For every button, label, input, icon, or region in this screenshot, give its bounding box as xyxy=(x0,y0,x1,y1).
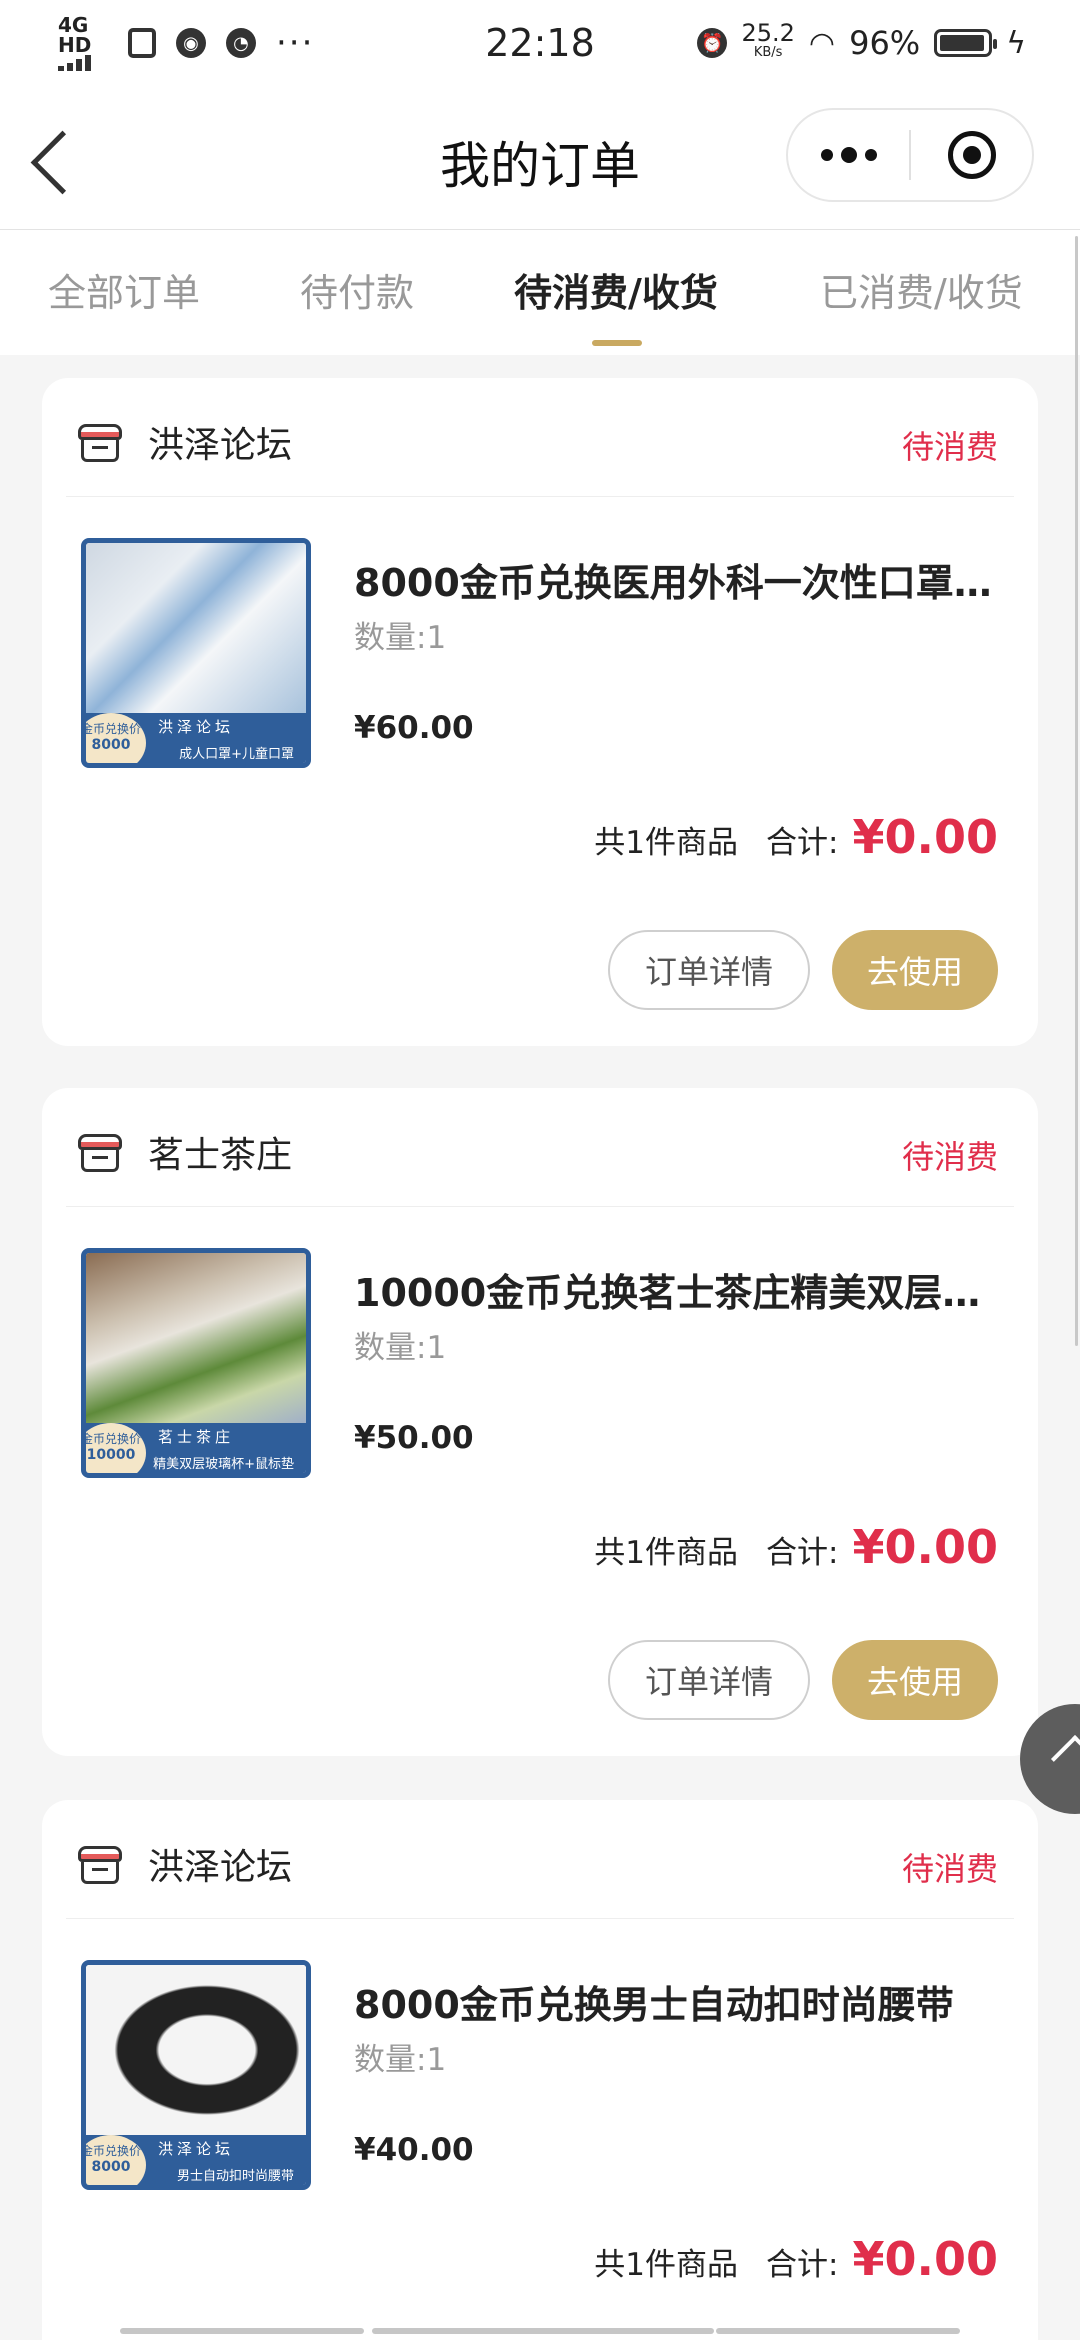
store-icon xyxy=(78,1842,122,1886)
product-price: ¥60.00 xyxy=(354,710,474,746)
shop-name: 洪泽论坛 xyxy=(148,425,293,466)
scroll-indicator xyxy=(372,2328,714,2334)
shop-header[interactable]: 茗士茶庄 xyxy=(78,1128,292,1176)
battery-percent: 96% xyxy=(849,24,921,62)
order-card: 洪泽论坛 待消费 洪泽论坛 成人口罩+儿童口罩 金币兑换价 8000 8000金币… xyxy=(42,378,1038,1046)
thumbnail-price-badge: 金币兑换价 8000 xyxy=(86,2135,146,2185)
product-quantity: 数量:1 xyxy=(354,620,447,656)
order-details-button[interactable]: 订单详情 xyxy=(608,930,810,1010)
more-options-icon[interactable] xyxy=(788,110,909,200)
store-icon xyxy=(78,1130,122,1174)
scroll-indicator xyxy=(120,2328,364,2334)
shop-header[interactable]: 洪泽论坛 xyxy=(78,1840,292,1888)
status-right-icons: ⏰ 25.2 KB/s ◠ 96% ϟ xyxy=(697,21,1026,63)
order-total: ¥0.00 xyxy=(852,810,998,864)
product-quantity: 数量:1 xyxy=(354,1330,447,1366)
battery-icon xyxy=(934,29,998,57)
order-card: 茗士茶庄 待消费 茗士茶庄 精美双层玻璃杯+鼠标垫 金币兑换价 10000 100… xyxy=(42,1088,1038,1756)
order-status: 待消费 xyxy=(901,1850,998,1888)
nav-bar: 我的订单 xyxy=(0,86,1080,230)
battery-fill xyxy=(940,35,985,51)
order-list-page: 4G HD ◉ ◔ ··· 22:18 ⏰ 25.2 KB/s ◠ 96% ϟ xyxy=(0,0,1080,2340)
network-indicator: 4G HD xyxy=(58,15,108,71)
wifi-icon: ◠ xyxy=(808,25,836,61)
status-left-icons: 4G HD ◉ ◔ ··· xyxy=(58,15,314,71)
total-label: 合计: xyxy=(766,1535,839,1571)
more-notifications-icon: ··· xyxy=(276,23,315,63)
speed-gauge-icon: ◔ xyxy=(226,28,256,58)
item-count: 共1件商品 xyxy=(594,825,739,861)
alarm-icon: ⏰ xyxy=(697,28,728,58)
shop-header[interactable]: 洪泽论坛 xyxy=(78,418,292,466)
use-now-button[interactable]: 去使用 xyxy=(832,930,998,1010)
close-mini-program-button[interactable] xyxy=(911,110,1032,200)
item-count: 共1件商品 xyxy=(594,1535,739,1571)
tab-pending-use[interactable]: 待消费/收货 xyxy=(514,262,718,317)
scroll-indicator xyxy=(716,2328,960,2334)
order-total: ¥0.00 xyxy=(852,2232,998,2286)
store-icon xyxy=(78,420,122,464)
thumbnail-price-badge: 金币兑换价 10000 xyxy=(86,1423,146,1473)
order-status: 待消费 xyxy=(901,1138,998,1176)
total-label: 合计: xyxy=(766,825,839,861)
shop-name: 洪泽论坛 xyxy=(148,1847,293,1888)
divider xyxy=(66,1918,1014,1919)
vertical-scrollbar[interactable] xyxy=(1075,236,1078,1346)
network-speed: 25.2 KB/s xyxy=(741,21,794,63)
target-icon xyxy=(947,131,996,179)
use-now-button[interactable]: 去使用 xyxy=(832,1640,998,1720)
voice-message-icon: ◉ xyxy=(176,28,206,58)
order-details-button[interactable]: 订单详情 xyxy=(608,1640,810,1720)
divider xyxy=(66,496,1014,497)
product-price: ¥40.00 xyxy=(354,2132,474,2168)
shop-name: 茗士茶庄 xyxy=(148,1135,293,1176)
order-status: 待消费 xyxy=(901,428,998,466)
charging-icon: ϟ xyxy=(1006,25,1026,61)
product-title[interactable]: 8000金币兑换男士自动扣时尚腰带 xyxy=(354,1974,1004,2029)
signal-icon xyxy=(58,55,108,71)
item-count: 共1件商品 xyxy=(594,2247,739,2283)
product-price: ¥50.00 xyxy=(354,1420,474,1456)
order-summary: 共1件商品 合计: ¥0.00 xyxy=(594,1520,998,1574)
product-thumbnail[interactable]: 洪泽论坛 成人口罩+儿童口罩 金币兑换价 8000 xyxy=(81,538,311,768)
active-tab-indicator xyxy=(592,340,642,346)
status-bar: 4G HD ◉ ◔ ··· 22:18 ⏰ 25.2 KB/s ◠ 96% ϟ xyxy=(0,0,1080,86)
order-summary: 共1件商品 合计: ¥0.00 xyxy=(594,810,998,864)
tab-all-orders[interactable]: 全部订单 xyxy=(48,262,200,317)
sim-icon xyxy=(128,28,156,58)
product-thumbnail[interactable]: 洪泽论坛 男士自动扣时尚腰带 金币兑换价 8000 xyxy=(81,1960,311,2190)
order-total: ¥0.00 xyxy=(852,1520,998,1574)
order-summary: 共1件商品 合计: ¥0.00 xyxy=(594,2232,998,2286)
thumbnail-price-badge: 金币兑换价 8000 xyxy=(86,713,146,763)
order-card: 洪泽论坛 待消费 洪泽论坛 男士自动扣时尚腰带 金币兑换价 8000 8000金币… xyxy=(42,1800,1038,2340)
product-title[interactable]: 10000金币兑换茗士茶庄精美双层… xyxy=(354,1262,1004,1317)
total-label: 合计: xyxy=(766,2247,839,2283)
product-title[interactable]: 8000金币兑换医用外科一次性口罩… xyxy=(354,552,1004,607)
network-label: 4G HD xyxy=(58,13,92,57)
tab-pending-payment[interactable]: 待付款 xyxy=(300,262,414,317)
mini-program-capsule xyxy=(786,108,1034,202)
divider xyxy=(66,1206,1014,1207)
order-tabs: 全部订单 待付款 待消费/收货 已消费/收货 xyxy=(0,230,1080,355)
product-quantity: 数量:1 xyxy=(354,2042,447,2078)
product-thumbnail[interactable]: 茗士茶庄 精美双层玻璃杯+鼠标垫 金币兑换价 10000 xyxy=(81,1248,311,1478)
tab-completed[interactable]: 已消费/收货 xyxy=(820,262,1023,317)
